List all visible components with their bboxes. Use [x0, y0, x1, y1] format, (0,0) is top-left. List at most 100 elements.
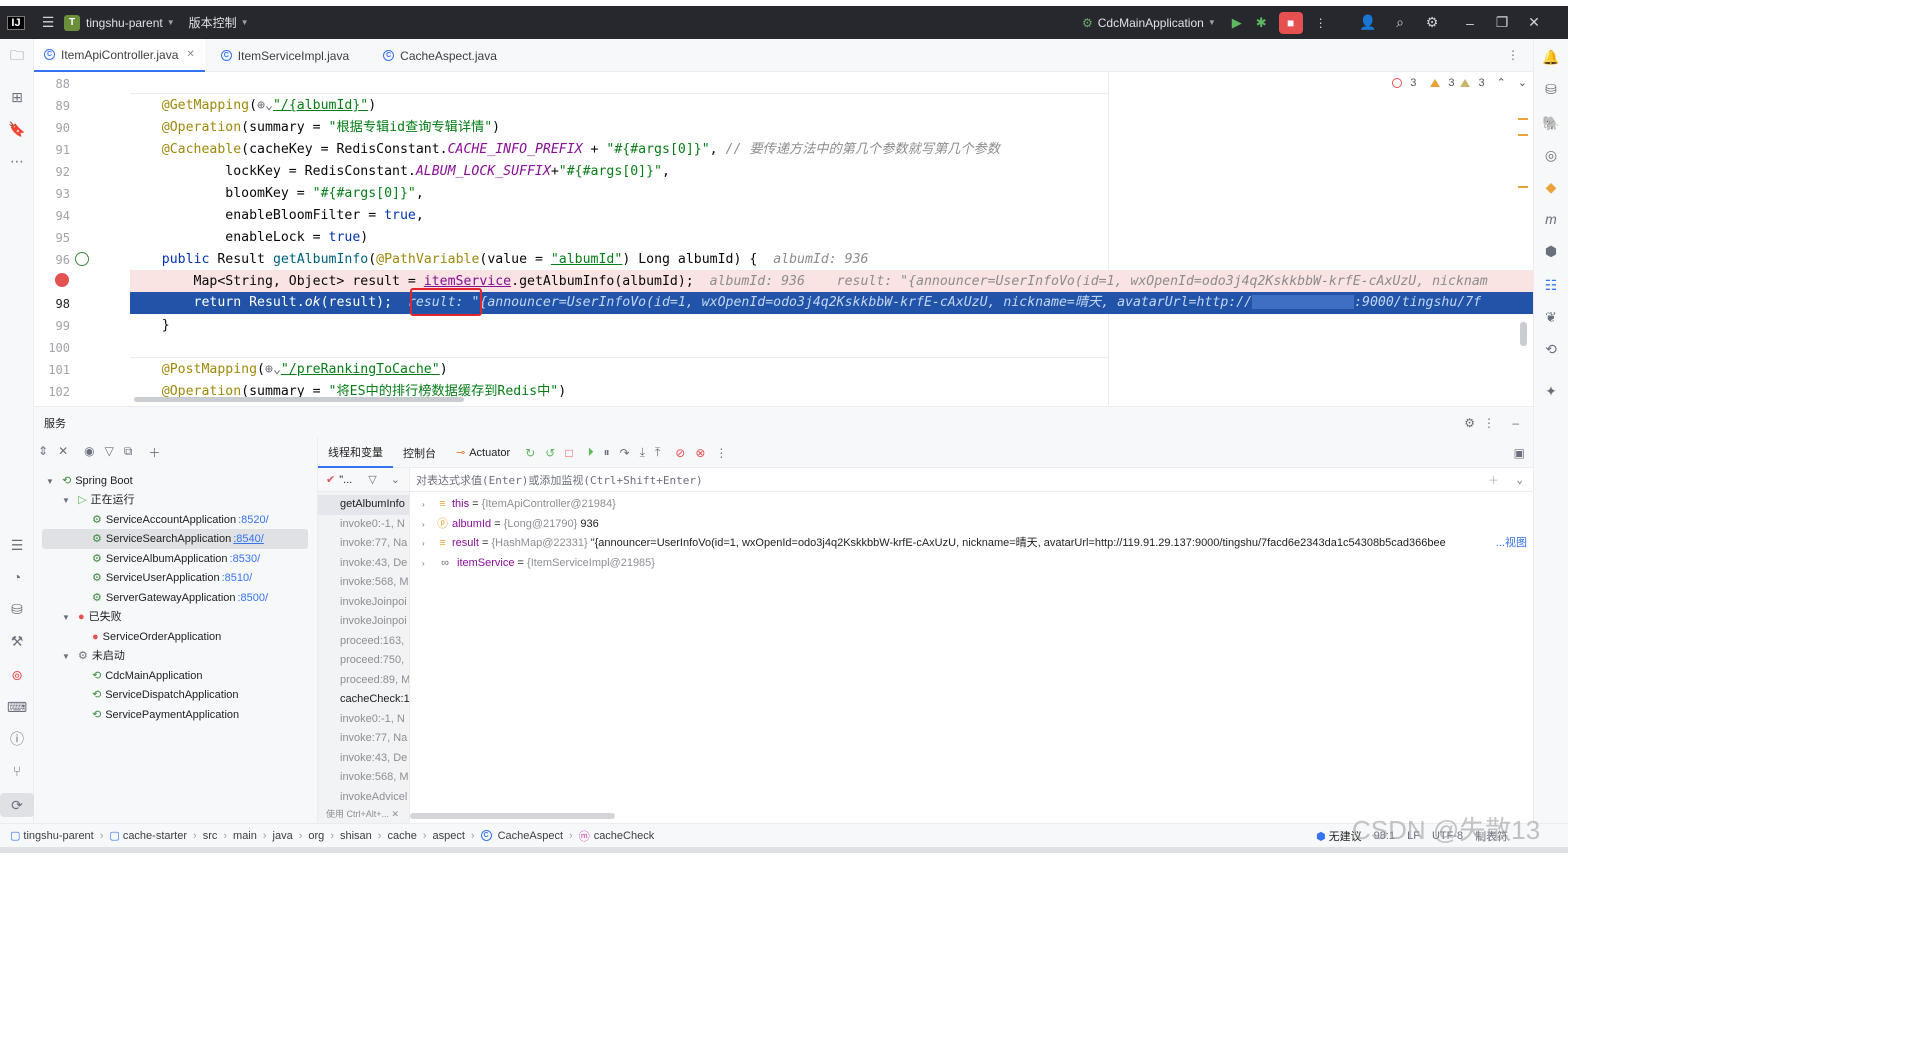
close-tab-icon[interactable]: ✕ [186, 49, 194, 60]
profiler-icon[interactable]: ◔ [0, 565, 34, 589]
spring-endpoint-icon[interactable] [75, 252, 89, 266]
variables-horizontal-scrollbar[interactable] [410, 813, 615, 819]
frame-item[interactable]: proceed:89, M [318, 671, 409, 691]
breadcrumb-item[interactable]: java [273, 830, 293, 842]
more-icon[interactable]: ⋮ [1315, 16, 1327, 30]
notifications-icon[interactable]: 🔔 [1534, 45, 1568, 69]
gradle-icon[interactable]: 🐘 [1534, 111, 1568, 135]
frame-item[interactable]: invoke:77, Na [318, 534, 409, 554]
app-logo-icon[interactable]: IJ [0, 6, 32, 39]
breadcrumb-item[interactable]: cacheCheck [594, 830, 655, 842]
hide-panel-icon[interactable]: – [1512, 416, 1519, 430]
tab-item-api-controller[interactable]: C ItemApiController.java ✕ [34, 39, 205, 72]
tab-cache-aspect[interactable]: C CacheAspect.java [373, 39, 507, 72]
add-watch-icon[interactable]: ＋ [1488, 472, 1499, 488]
more-icon[interactable]: ⋮ [715, 446, 727, 460]
step-into-icon[interactable]: ⤓ [640, 445, 645, 460]
minimize-icon[interactable]: – [1454, 6, 1486, 39]
step-over-icon[interactable]: ↷ [620, 446, 630, 460]
run-config-selector[interactable]: CdcMainApplication [1098, 16, 1204, 30]
debug-icon[interactable]: ✱ [1256, 15, 1267, 31]
show-icon[interactable]: ◉ [84, 444, 94, 461]
variable-row-album-id[interactable]: › ⓟ albumId = {Long@21790} 936 [410, 515, 1533, 535]
run-icon[interactable]: ▶ [1232, 15, 1242, 31]
stop-button[interactable]: ■ [1278, 11, 1303, 34]
view-breakpoints-icon[interactable]: ⊘ [675, 446, 685, 460]
project-name[interactable]: tingshu-parent [86, 16, 163, 30]
build-icon[interactable]: ⚒ [0, 629, 34, 653]
hex-icon[interactable]: ⬢ [1534, 239, 1568, 263]
frame-item[interactable]: invoke:568, M [318, 573, 409, 593]
git-icon[interactable]: ⑂ [0, 759, 34, 783]
resume-icon[interactable]: ⏵ [588, 445, 594, 460]
variable-row-result[interactable]: › ≡ result = {HashMap@22331} "{announcer… [410, 534, 1533, 554]
tree-root-spring-boot[interactable]: ▼ ⟲ Spring Boot [46, 472, 133, 491]
endpoints-icon[interactable]: ◎ [1534, 143, 1568, 167]
chevron-down-icon[interactable]: ⌄ [391, 473, 400, 486]
vcs-menu[interactable]: 版本控制 [189, 14, 237, 31]
expand-all-icon[interactable]: ⇕ [38, 444, 48, 461]
editor-scrollbar[interactable] [1520, 322, 1527, 346]
filter-icon[interactable]: ▽ [368, 473, 376, 486]
list-icon[interactable]: ☷ [1534, 273, 1568, 297]
service-gateway[interactable]: ⚙ ServerGatewayApplication:8500/ [92, 589, 268, 608]
project-folder-icon[interactable]: 🗀 [0, 45, 34, 69]
pause-icon[interactable]: ⏸ [604, 445, 610, 460]
mute-breakpoints-icon[interactable]: ⊗ [695, 446, 705, 460]
tab-actuator[interactable]: ⊸ Actuator [446, 438, 520, 468]
breadcrumb-item[interactable]: CacheAspect [498, 830, 563, 842]
rerun-debug-icon[interactable]: ↺ [545, 446, 555, 460]
step-out-icon[interactable]: ⤒ [655, 445, 660, 460]
frame-item[interactable]: cacheCheck:1 [318, 690, 409, 710]
chevron-up-icon[interactable]: ⌃ [1497, 76, 1506, 89]
breadcrumb-item[interactable]: org [308, 830, 324, 842]
search-icon[interactable]: ⌕ [1384, 6, 1416, 39]
rerun-icon[interactable]: ↻ [525, 446, 535, 460]
chevron-down-icon[interactable]: ⌄ [1518, 76, 1527, 89]
thread-selector[interactable]: ✔ "... ▽ ⌄ [318, 468, 409, 492]
breadcrumb-item[interactable]: src [203, 830, 218, 842]
tab-threads-variables[interactable]: 线程和变量 [318, 438, 393, 468]
tree-group-running[interactable]: ▼ ▷ 正在运行 [62, 491, 134, 510]
todo-icon[interactable]: ☰ [0, 533, 34, 557]
panel-options-icon[interactable]: ⚙ [1464, 416, 1475, 430]
frame-item[interactable]: invoke:568, M [318, 768, 409, 788]
variable-row-this[interactable]: › ≡ this = {ItemApiController@21984} [410, 495, 1533, 515]
chevron-down-icon[interactable]: ⌄ [1516, 473, 1523, 486]
service-account[interactable]: ⚙ ServiceAccountApplication:8520/ [92, 511, 269, 530]
tree-group-failed[interactable]: ▼ ● 已失败 [62, 608, 122, 627]
horizontal-scrollbar[interactable] [134, 397, 464, 402]
frame-item[interactable]: invoke:77, Na [318, 729, 409, 749]
problems-icon[interactable]: ⓘ [0, 727, 34, 751]
plugin-icon[interactable]: ◆ [1534, 175, 1568, 199]
tab-console[interactable]: 控制台 [393, 438, 446, 468]
panel-more-icon[interactable]: ⋮ [1483, 416, 1495, 430]
bookmarks-icon[interactable]: 🔖 [0, 117, 34, 141]
layout-icon[interactable]: ▣ [1514, 446, 1525, 460]
breadcrumb-item[interactable]: cache-starter [123, 830, 187, 842]
database-tool-icon[interactable]: ⛁ [1534, 77, 1568, 101]
frame-item[interactable]: invokeJoinpoi [318, 612, 409, 632]
restore-icon[interactable]: ❐ [1486, 6, 1518, 39]
breadcrumb-item[interactable]: main [233, 830, 257, 842]
code-editor[interactable]: 88 89 90 91 92 93 94 95 96 98 99 100 101… [34, 72, 1533, 405]
service-payment[interactable]: ⟲ ServicePaymentApplication [92, 706, 239, 725]
tree-group-not-started[interactable]: ▼ ⚙ 未启动 [62, 647, 125, 666]
filter-icon[interactable]: ▽ [105, 444, 114, 461]
history-icon[interactable]: ⟲ [1534, 337, 1568, 361]
frame-item[interactable]: invokeAdvicel [318, 788, 409, 808]
frame-item[interactable]: invoke:43, De [318, 749, 409, 769]
service-user[interactable]: ⚙ ServiceUserApplication:8510/ [92, 569, 252, 588]
view-link[interactable]: ...视图 [1495, 534, 1527, 554]
breakpoint-icon[interactable] [55, 273, 69, 287]
services-run-icon[interactable]: ⊚ [0, 663, 34, 687]
structure-icon[interactable]: ⊞ [0, 85, 34, 109]
service-search[interactable]: ⚙ ServiceSearchApplication:8540/ [92, 530, 264, 549]
frame-item[interactable]: proceed:750, [318, 651, 409, 671]
breadcrumb-item[interactable]: tingshu-parent [23, 830, 93, 842]
maven-icon[interactable]: m [1534, 207, 1568, 231]
close-icon[interactable]: ✕ [392, 809, 400, 819]
globe-icon[interactable]: ⊕⌄ [257, 98, 273, 113]
variable-row-item-service[interactable]: › ∞ itemService = {ItemServiceImpl@21985… [410, 554, 1533, 574]
frame-item[interactable]: invokeJoinpoi [318, 593, 409, 613]
